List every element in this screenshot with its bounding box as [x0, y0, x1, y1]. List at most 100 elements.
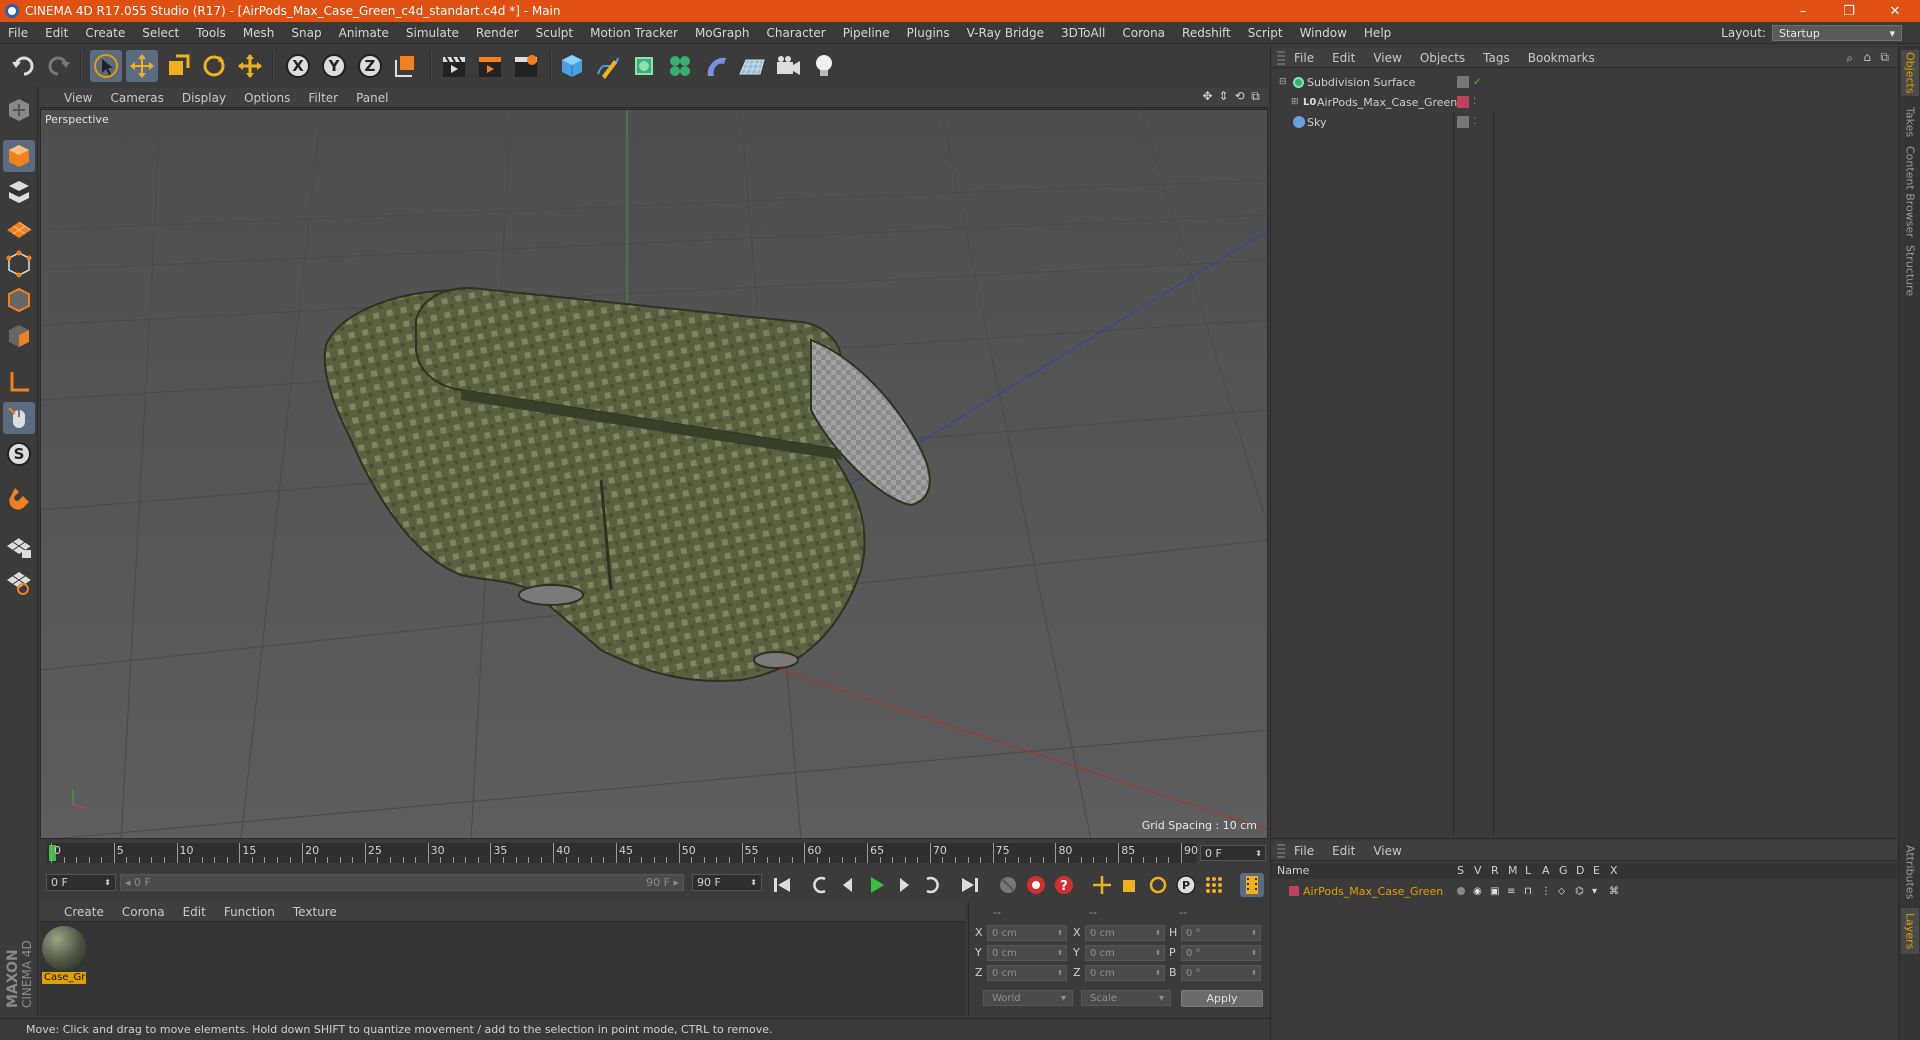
tab-takes[interactable]: Takes — [1901, 102, 1919, 142]
material-menu-edit[interactable]: Edit — [175, 905, 216, 919]
objects-menu-view[interactable]: View — [1364, 51, 1410, 65]
menu-create[interactable]: Create — [77, 26, 134, 40]
move-tool-button[interactable] — [126, 50, 158, 82]
workplane-align-button[interactable] — [3, 566, 35, 598]
eye-icon[interactable]: ◉ — [1473, 886, 1482, 897]
objects-menu-file[interactable]: File — [1285, 51, 1323, 65]
viewport-menu-view[interactable]: View — [56, 91, 102, 105]
toggle-views-icon[interactable]: ⧉ — [1249, 90, 1262, 103]
frame-range-slider[interactable]: ◂ 0 F 90 F ▸ — [120, 874, 684, 891]
x-axis-button[interactable]: X — [282, 50, 314, 82]
deformer-button[interactable] — [700, 50, 732, 82]
tab-layers[interactable]: Layers — [1901, 908, 1919, 954]
viewport-menu-filter[interactable]: Filter — [300, 91, 348, 105]
expand-icon[interactable]: ⊞ — [1291, 97, 1299, 107]
3d-viewport[interactable]: Perspective Grid Spacing : 10 cm — [40, 109, 1268, 839]
key-rotation-button[interactable] — [1146, 873, 1170, 897]
pos-y-field[interactable]: 0 cm ⬍ — [987, 945, 1067, 961]
key-parameter-button[interactable]: P — [1174, 873, 1198, 897]
collapse-icon[interactable]: ⊟ — [1279, 77, 1287, 87]
light-button[interactable] — [808, 50, 840, 82]
recent-tool-button[interactable] — [234, 50, 266, 82]
edges-mode-button[interactable] — [3, 284, 35, 316]
menu-edit[interactable]: Edit — [37, 26, 77, 40]
tweak-mode-button[interactable] — [3, 402, 35, 434]
key-position-button[interactable] — [1090, 873, 1114, 897]
menu-corona[interactable]: Corona — [1114, 26, 1174, 40]
cloner-button[interactable] — [664, 50, 696, 82]
timeline-ruler[interactable]: 0 5 10 15 20 25 30 35 40 45 50 55 60 65 70 75 80 85 90 — [47, 843, 1198, 863]
visibility-dots-icon[interactable]: ⁚ — [1473, 117, 1476, 127]
menu-window[interactable]: Window — [1292, 26, 1356, 40]
layer-color-swatch[interactable] — [1289, 886, 1299, 896]
col-xref[interactable]: X — [1610, 864, 1618, 877]
menu-file[interactable]: File — [0, 26, 37, 40]
menu-select[interactable]: Select — [134, 26, 188, 40]
material-menu-corona[interactable]: Corona — [114, 905, 175, 919]
layout-dropdown[interactable]: Startup ▾ — [1772, 25, 1902, 41]
generator-icon[interactable]: ⬦ — [1558, 886, 1565, 897]
objects-menu-tags[interactable]: Tags — [1474, 51, 1519, 65]
menu-help[interactable]: Help — [1356, 26, 1400, 40]
keyframe-selection-button[interactable]: ? — [1052, 873, 1076, 897]
tab-objects[interactable]: Objects — [1901, 50, 1919, 96]
rot-b-field[interactable]: 0 ° ⬍ — [1181, 965, 1261, 981]
next-key-button[interactable] — [920, 873, 944, 897]
menu-snap[interactable]: Snap — [283, 26, 330, 40]
render-settings-button[interactable] — [510, 50, 542, 82]
spline-pen-button[interactable] — [592, 50, 624, 82]
rot-h-field[interactable]: 0 ° ⬍ — [1181, 925, 1261, 941]
coordinate-system-button[interactable] — [390, 50, 422, 82]
object-row-sky[interactable]: Sky ⁚ — [1271, 112, 1867, 132]
col-expressions[interactable]: E — [1593, 864, 1600, 877]
current-frame-field[interactable]: 0 F ⬍ — [1200, 845, 1266, 861]
texture-mode-button[interactable] — [3, 176, 35, 208]
start-frame-field[interactable]: 0 F ⬍ — [46, 874, 116, 891]
manager-list-icon[interactable]: ≡ — [1507, 886, 1515, 897]
render-picture-viewer-button[interactable] — [474, 50, 506, 82]
go-to-end-button[interactable] — [958, 873, 982, 897]
workplane-mode-button[interactable] — [3, 212, 35, 244]
workplane-lock-button[interactable] — [3, 530, 35, 562]
tab-attributes[interactable]: Attributes — [1901, 840, 1919, 904]
undo-button[interactable] — [8, 50, 40, 82]
redo-button[interactable] — [42, 50, 74, 82]
pan-icon[interactable]: ✥ — [1201, 90, 1214, 103]
menu-motion-tracker[interactable]: Motion Tracker — [582, 26, 687, 40]
objects-menu-edit[interactable]: Edit — [1323, 51, 1364, 65]
objects-menu-objects[interactable]: Objects — [1411, 51, 1474, 65]
col-render[interactable]: R — [1491, 864, 1499, 877]
material-menu-create[interactable]: Create — [56, 905, 114, 919]
material-swatch[interactable]: Case_Gr — [40, 922, 90, 992]
material-menu-function[interactable]: Function — [216, 905, 285, 919]
size-mode-dropdown[interactable]: Scale ▾ — [1081, 990, 1171, 1006]
menu-animate[interactable]: Animate — [331, 26, 398, 40]
go-to-start-button[interactable] — [770, 873, 794, 897]
close-button[interactable]: ✕ — [1872, 0, 1918, 22]
size-y-field[interactable]: 0 cm ⬍ — [1085, 945, 1165, 961]
auto-keying-button[interactable] — [1024, 873, 1048, 897]
end-frame-field[interactable]: 90 F ⬍ — [692, 874, 762, 891]
live-selection-button[interactable] — [90, 50, 122, 82]
solo-mode-button[interactable]: S — [3, 438, 35, 470]
home-icon[interactable]: ⌂ — [1863, 50, 1871, 64]
layer-row[interactable]: AirPods_Max_Case_Green ◉ ▣ ≡ ⊓ ⋮ ⬦ ⌬ ▾ ⌘ — [1271, 881, 1867, 901]
scale-tool-button[interactable] — [162, 50, 194, 82]
new-view-icon[interactable]: ⧉ — [1880, 50, 1889, 65]
search-icon[interactable]: ⌕ — [1846, 51, 1853, 66]
floor-button[interactable] — [736, 50, 768, 82]
object-row-subdivision-surface[interactable]: ⊟ Subdivision Surface ✓ — [1271, 72, 1867, 92]
previous-key-button[interactable] — [808, 873, 832, 897]
coordinate-space-dropdown[interactable]: World ▾ — [983, 990, 1073, 1006]
restore-button[interactable]: ❐ — [1826, 0, 1872, 22]
solo-toggle-icon[interactable] — [1457, 887, 1465, 895]
menu-render[interactable]: Render — [468, 26, 528, 40]
play-button[interactable] — [864, 873, 888, 897]
pos-z-field[interactable]: 0 cm ⬍ — [987, 965, 1067, 981]
visibility-dots-icon[interactable]: ⁚ — [1473, 97, 1476, 107]
menu-3dtoall[interactable]: 3DToAll — [1053, 26, 1114, 40]
menu-plugins[interactable]: Plugins — [899, 26, 959, 40]
xref-icon[interactable]: ⌘ — [1609, 886, 1619, 897]
axis-mode-button[interactable] — [3, 366, 35, 398]
layers-menu-file[interactable]: File — [1285, 844, 1323, 858]
